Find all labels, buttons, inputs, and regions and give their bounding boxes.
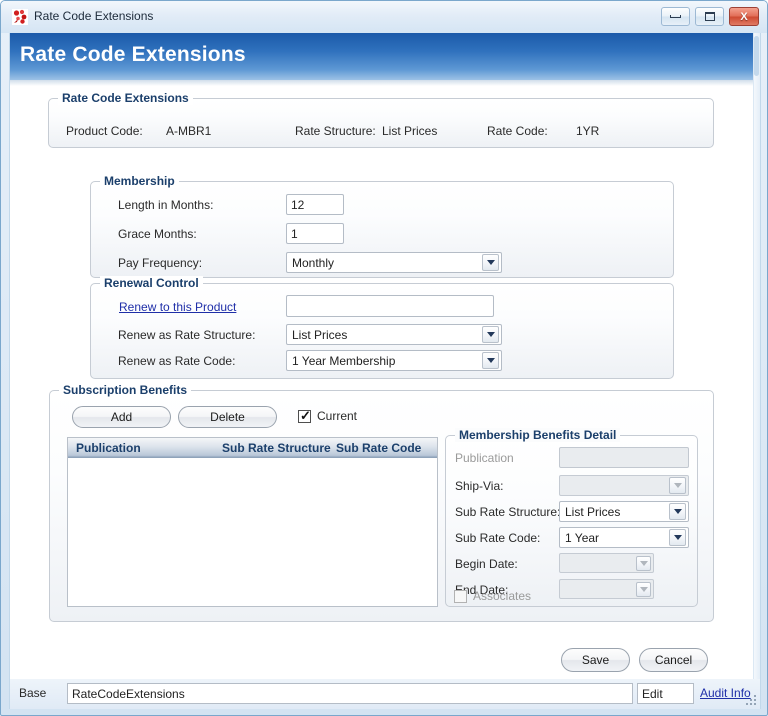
renew-to-this-product-link[interactable]: Renew to this Product <box>119 300 236 314</box>
pay-frequency-value: Monthly <box>292 255 335 270</box>
application-window: Rate Code Extensions X Rate Code Extensi… <box>0 0 768 716</box>
chevron-down-icon[interactable] <box>482 352 499 369</box>
current-checkbox[interactable]: ✓ Current <box>298 409 357 423</box>
checkbox-box: ✓ <box>298 407 311 423</box>
column-header-publication[interactable]: Publication <box>76 441 141 455</box>
sub-rate-code-label: Sub Rate Code: <box>455 531 541 545</box>
renewal-control-group: Renewal Control Renew to this Product Re… <box>90 276 674 379</box>
client-area: Rate Code Extensions Rate Code Extension… <box>9 33 761 679</box>
column-header-sub-rate-structure[interactable]: Sub Rate Structure <box>222 441 331 455</box>
renew-as-rate-structure-label: Renew as Rate Structure: <box>118 328 256 342</box>
cancel-button[interactable]: Cancel <box>639 648 708 672</box>
chevron-down-icon[interactable] <box>482 326 499 343</box>
vertical-scrollbar[interactable] <box>753 33 760 679</box>
ship-via-combobox <box>559 475 689 496</box>
group-title-renewal-control: Renewal Control <box>100 276 203 290</box>
banner-shadow <box>10 80 760 86</box>
check-icon: ✓ <box>300 407 311 423</box>
sub-rate-structure-label: Sub Rate Structure: <box>455 505 561 519</box>
product-code-label: Product Code: <box>66 124 143 138</box>
status-base-label: Base <box>19 686 47 700</box>
chevron-down-icon <box>669 477 686 494</box>
rate-structure-value: List Prices <box>382 124 438 138</box>
associates-checkbox: Associates <box>454 589 531 603</box>
publication-label: Publication <box>455 451 514 465</box>
close-icon: X <box>740 10 748 23</box>
rate-code-extensions-group: Rate Code Extensions Product Code: A-MBR… <box>48 91 714 148</box>
chevron-down-icon[interactable] <box>669 529 686 546</box>
end-date-picker <box>559 579 654 599</box>
chevron-down-icon[interactable] <box>482 254 499 271</box>
title-bar: Rate Code Extensions X <box>1 1 767 33</box>
window-title: Rate Code Extensions <box>34 9 154 23</box>
grace-months-label: Grace Months: <box>118 227 197 241</box>
chevron-down-icon[interactable] <box>669 503 686 520</box>
sub-rate-structure-value: List Prices <box>565 504 621 519</box>
rate-code-label: Rate Code: <box>487 124 548 138</box>
maximize-button[interactable] <box>695 7 724 26</box>
resize-grip-icon[interactable] <box>746 695 756 705</box>
status-form-name-input[interactable] <box>67 683 633 704</box>
chevron-down-icon <box>636 581 651 597</box>
renew-as-rate-code-label: Renew as Rate Code: <box>118 354 236 368</box>
begin-date-picker <box>559 553 654 573</box>
begin-date-label: Begin Date: <box>455 557 518 571</box>
delete-button[interactable]: Delete <box>178 406 277 428</box>
save-button[interactable]: Save <box>561 648 630 672</box>
chevron-down-icon <box>636 555 651 571</box>
ship-via-label: Ship-Via: <box>455 479 504 493</box>
pay-frequency-label: Pay Frequency: <box>118 256 203 270</box>
sub-rate-structure-combobox[interactable]: List Prices <box>559 501 689 522</box>
length-in-months-input[interactable] <box>286 194 344 215</box>
sub-rate-code-combobox[interactable]: 1 Year <box>559 527 689 548</box>
pay-frequency-combobox[interactable]: Monthly <box>286 252 502 273</box>
rate-code-value: 1YR <box>576 124 600 138</box>
publication-input <box>559 447 689 468</box>
renew-as-rate-structure-value: List Prices <box>292 327 348 342</box>
rate-structure-label: Rate Structure: <box>295 124 376 138</box>
grid-body[interactable] <box>68 459 437 606</box>
checkbox-box <box>454 589 467 603</box>
group-title-rate-code-extensions: Rate Code Extensions <box>58 91 193 105</box>
add-button[interactable]: Add <box>72 406 171 428</box>
minimize-button[interactable] <box>661 7 690 26</box>
group-title-membership-benefits-detail: Membership Benefits Detail <box>455 428 621 442</box>
current-checkbox-label: Current <box>317 409 358 423</box>
page-title: Rate Code Extensions <box>20 43 246 66</box>
group-title-membership: Membership <box>100 174 179 188</box>
membership-group: Membership Length in Months: Grace Month… <box>90 174 674 278</box>
membership-benefits-detail-group: Membership Benefits Detail Publication S… <box>445 428 698 607</box>
group-title-subscription-benefits: Subscription Benefits <box>59 383 192 397</box>
app-icon <box>12 9 28 25</box>
status-mode-field[interactable]: Edit <box>637 683 694 704</box>
scrollbar-thumb[interactable] <box>754 36 759 76</box>
associates-checkbox-label: Associates <box>473 589 532 603</box>
product-code-value: A-MBR1 <box>166 124 212 138</box>
renew-to-this-product-input[interactable] <box>286 295 494 317</box>
subscription-benefits-group: Subscription Benefits Add Delete ✓ Curre… <box>49 383 714 622</box>
page-banner: Rate Code Extensions <box>10 33 760 80</box>
minimize-icon <box>662 8 689 25</box>
audit-info-link[interactable]: Audit Info <box>700 686 751 700</box>
status-bar: Base Edit Audit Info <box>9 679 761 709</box>
length-in-months-label: Length in Months: <box>118 198 214 212</box>
close-button[interactable]: X <box>729 7 759 26</box>
grace-months-input[interactable] <box>286 223 344 244</box>
grid-header-row: Publication Sub Rate Structure Sub Rate … <box>68 438 437 458</box>
column-header-sub-rate-code[interactable]: Sub Rate Code <box>336 441 421 455</box>
sub-rate-code-value: 1 Year <box>565 530 600 545</box>
renew-as-rate-code-value: 1 Year Membership <box>292 353 396 368</box>
maximize-icon <box>696 8 723 25</box>
subscription-benefits-grid[interactable]: Publication Sub Rate Structure Sub Rate … <box>67 437 438 607</box>
renew-as-rate-code-combobox[interactable]: 1 Year Membership <box>286 350 502 371</box>
renew-as-rate-structure-combobox[interactable]: List Prices <box>286 324 502 345</box>
